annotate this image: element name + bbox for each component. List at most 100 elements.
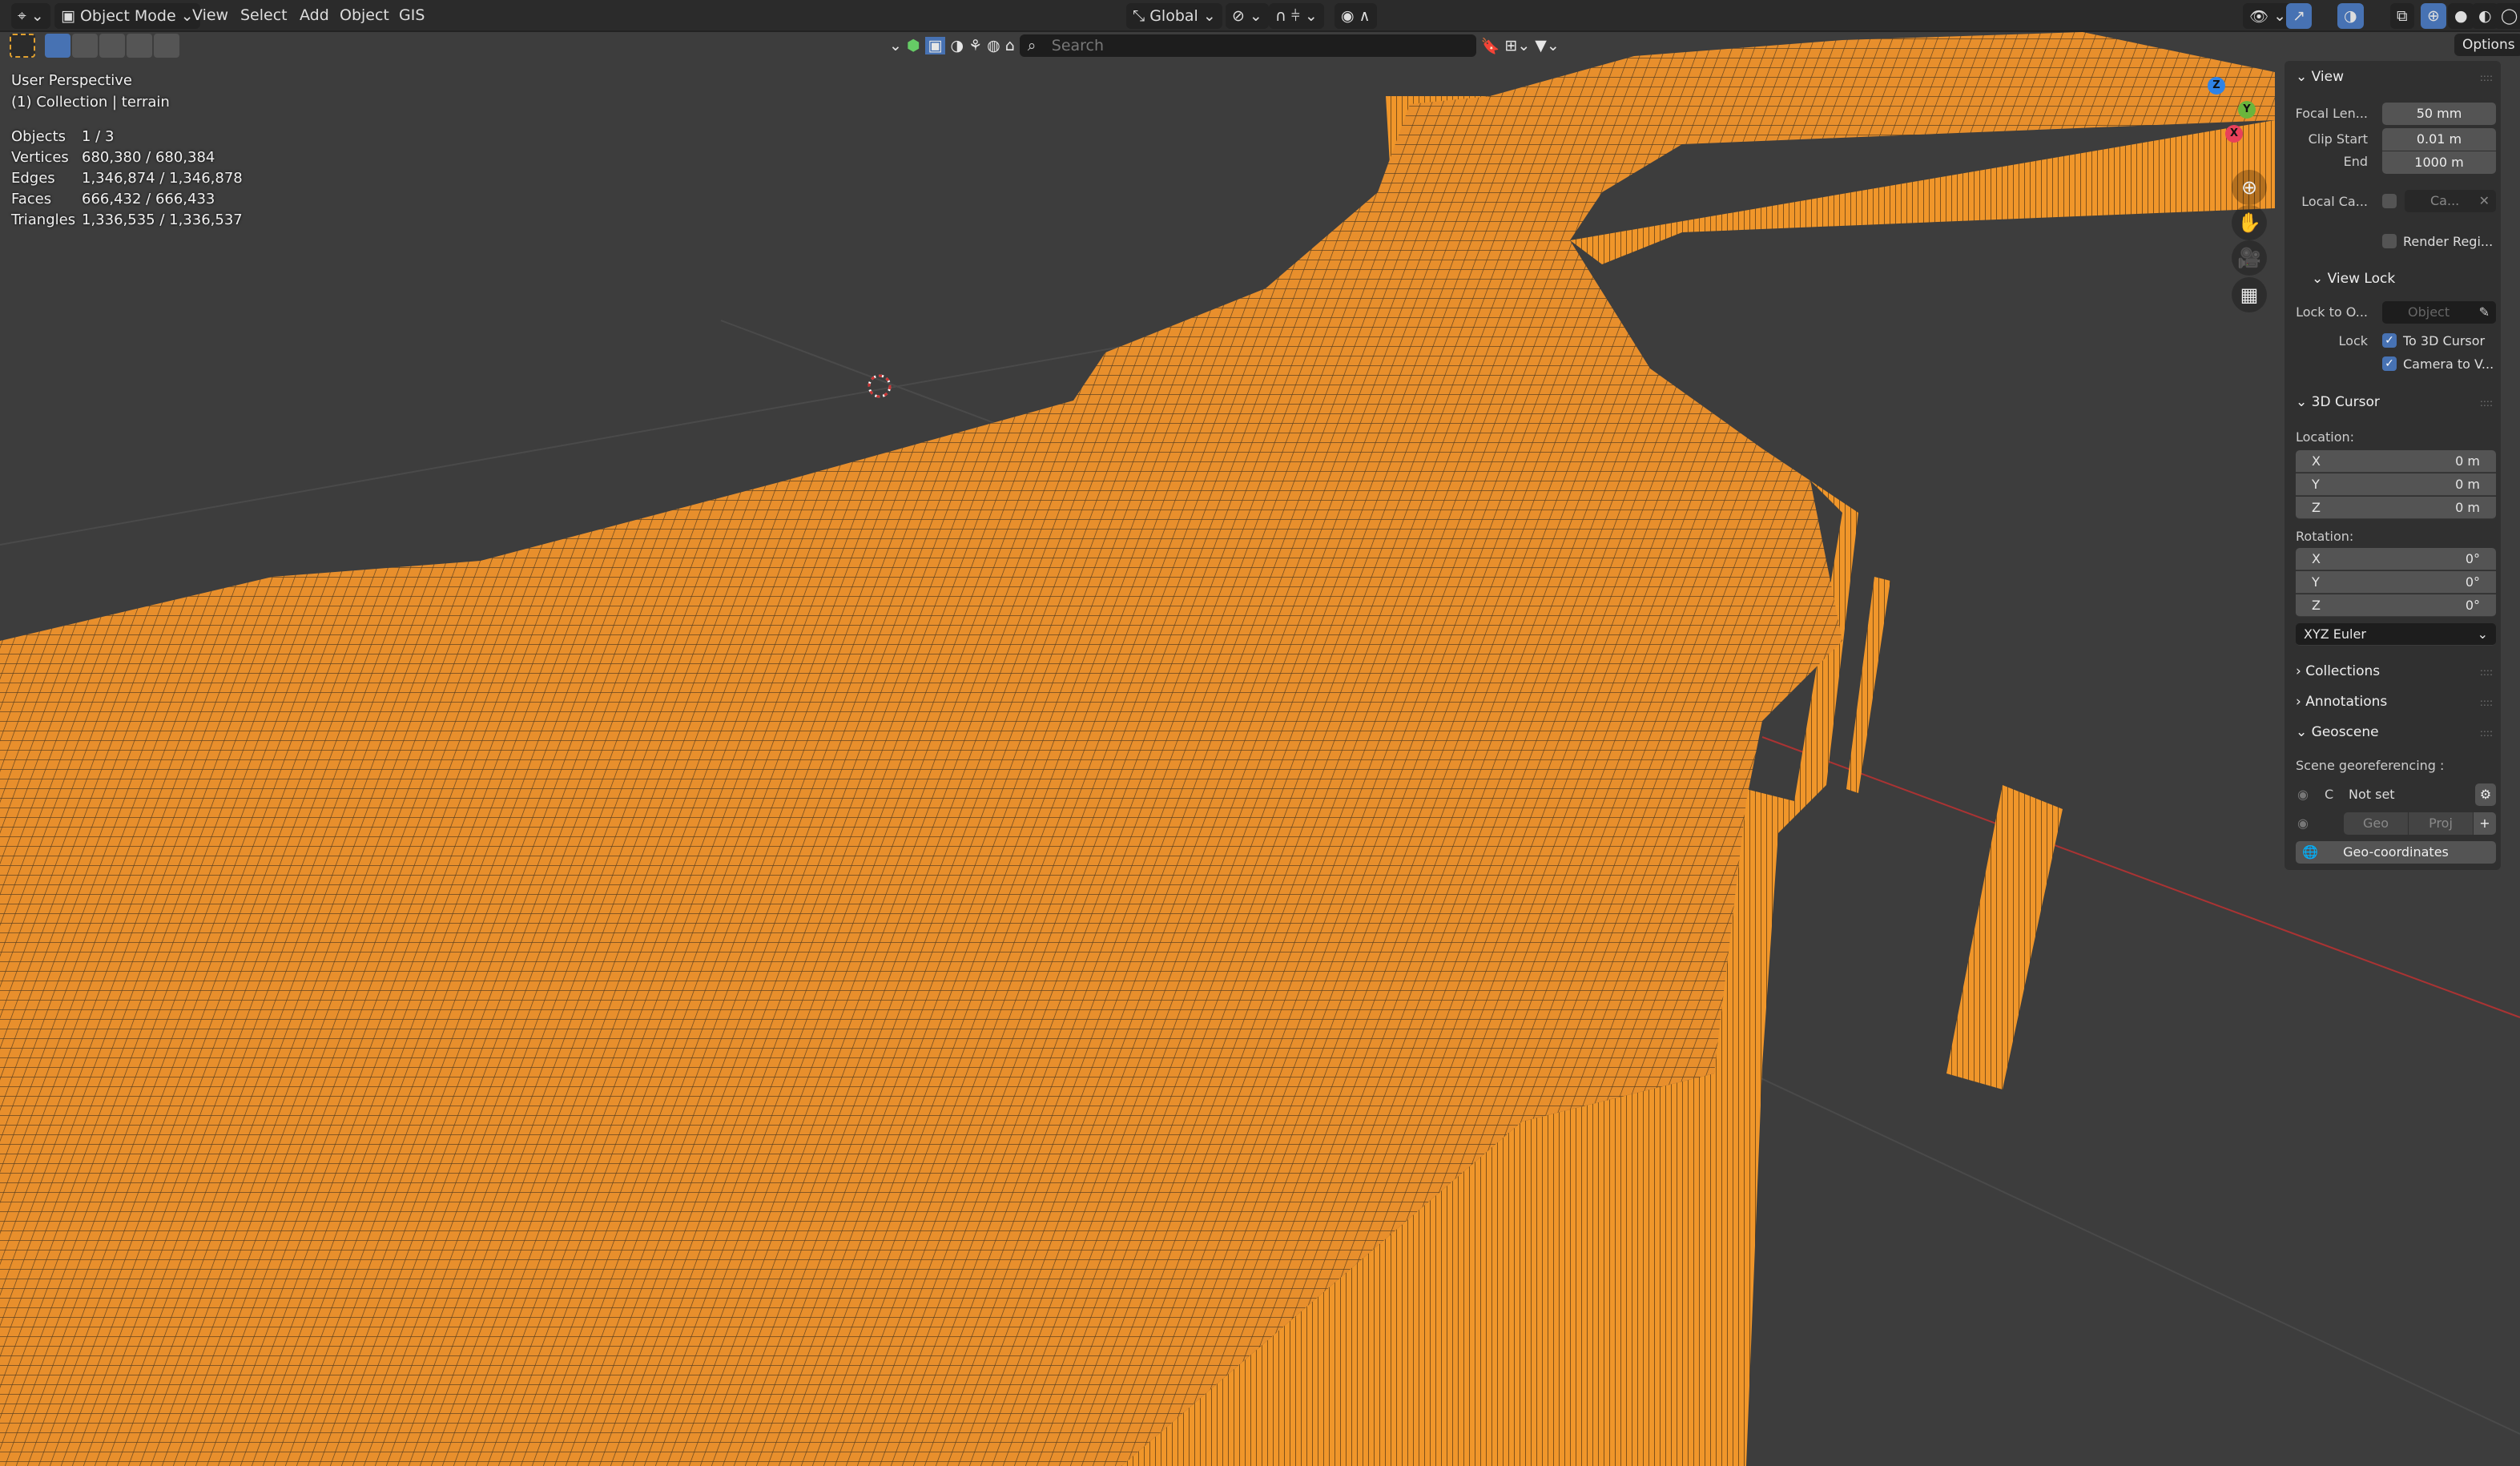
clip-start-label: Clip Start bbox=[2308, 131, 2368, 147]
3d-cursor-icon[interactable] bbox=[868, 374, 892, 398]
menu-object[interactable]: Object bbox=[340, 6, 389, 24]
camera-view-icon[interactable]: 🎥 bbox=[2232, 240, 2267, 276]
filter-object-icon[interactable]: ▣ bbox=[924, 37, 946, 54]
drag-grip-icon[interactable]: :::: bbox=[2480, 697, 2493, 708]
viewport-icon: ⌖ bbox=[18, 7, 26, 25]
collection-label: (1) Collection | terrain bbox=[11, 94, 170, 111]
falloff-icon: ∧ bbox=[1359, 7, 1371, 25]
proportional-icon: ◉ bbox=[1341, 7, 1355, 25]
stat-objects: Objects 1 / 3 bbox=[11, 128, 115, 145]
location-label: Location: bbox=[2296, 429, 2355, 445]
overlays-toggle[interactable]: ◑ bbox=[2337, 3, 2364, 29]
pan-hand-icon[interactable]: ✋ bbox=[2232, 205, 2267, 240]
bookmark-icon[interactable]: 🔖 bbox=[1481, 37, 1500, 55]
orientation-dropdown[interactable]: ⤡ Global ⌄ bbox=[1126, 3, 1222, 29]
select-intersect-button[interactable] bbox=[154, 34, 179, 58]
annotations-header[interactable]: › Annotations bbox=[2296, 694, 2387, 710]
origin-radio[interactable]: ◉ bbox=[2297, 816, 2309, 831]
eye-icon: 👁 bbox=[2249, 7, 2269, 26]
display-mode-dropdown[interactable]: ⌄ bbox=[889, 37, 902, 54]
local-camera-checkbox[interactable] bbox=[2382, 194, 2397, 208]
location-y-field[interactable]: Y0 m bbox=[2296, 473, 2496, 496]
rotation-y-field[interactable]: Y 0° bbox=[2296, 571, 2496, 594]
lock-label: Lock bbox=[2338, 333, 2368, 348]
select-subtract-button[interactable] bbox=[99, 34, 125, 58]
3d-viewport[interactable] bbox=[0, 0, 2520, 1466]
gizmo-z[interactable]: Z bbox=[2208, 77, 2225, 95]
filter-brush-icon[interactable]: ⌂ bbox=[1005, 37, 1015, 54]
3d-cursor-header[interactable]: ⌄ 3D Cursor bbox=[2296, 394, 2380, 410]
geo-coordinates-button[interactable]: 🌐 Geo-coordinates bbox=[2296, 841, 2496, 864]
gear-icon[interactable]: ⚙ bbox=[2475, 783, 2496, 806]
drag-grip-icon[interactable]: :::: bbox=[2480, 667, 2493, 678]
plus-icon[interactable]: + bbox=[2474, 812, 2496, 835]
lock-object-field[interactable]: Object ✎ bbox=[2382, 301, 2496, 324]
shading-solid[interactable]: ● bbox=[2448, 3, 2474, 29]
globe-icon: 🌐 bbox=[2302, 844, 2318, 860]
menu-add[interactable]: Add bbox=[300, 6, 329, 24]
clip-start-field[interactable]: 0.01 m bbox=[2382, 128, 2496, 151]
shading-wireframe[interactable]: ⊕ bbox=[2421, 3, 2446, 29]
snap-toggle[interactable]: ∩ ⫩ ⌄ bbox=[1269, 3, 1324, 29]
filter-icon[interactable]: ▼⌄ bbox=[1535, 37, 1560, 54]
rotation-mode-dropdown[interactable]: XYZ Euler ⌄ bbox=[2296, 623, 2496, 646]
eyedropper-icon[interactable]: ✎ bbox=[2479, 301, 2490, 324]
collections-header[interactable]: › Collections bbox=[2296, 663, 2380, 679]
select-cursor-tool[interactable] bbox=[10, 34, 35, 58]
solid-icon: ● bbox=[2454, 7, 2468, 25]
location-x-field[interactable]: X0 m bbox=[2296, 450, 2496, 473]
gizmo-toggle[interactable]: ↗ bbox=[2286, 3, 2312, 29]
shading-rendered[interactable]: ◯ bbox=[2494, 3, 2520, 29]
clear-x-icon[interactable]: ✕ bbox=[2479, 190, 2490, 212]
gizmo-x[interactable]: X bbox=[2225, 125, 2243, 143]
editor-type-button[interactable]: ⌖ ⌄ bbox=[11, 3, 50, 29]
gizmo-icon: ↗ bbox=[2293, 7, 2305, 25]
render-region-checkbox[interactable] bbox=[2382, 234, 2397, 248]
focal-length-field[interactable]: 50 mm bbox=[2382, 103, 2496, 125]
filter-light-icon[interactable]: ⚘ bbox=[968, 37, 982, 54]
drag-grip-icon[interactable]: :::: bbox=[2480, 72, 2493, 83]
terrain-pillar bbox=[1946, 785, 2063, 1089]
visibility-dropdown[interactable]: 👁 ⌄ bbox=[2243, 3, 2293, 29]
menu-gis[interactable]: GIS bbox=[399, 6, 425, 24]
overlays-icon: ◑ bbox=[2344, 7, 2357, 25]
chevron-down-icon: ⌄ bbox=[2477, 626, 2488, 642]
geo-button[interactable]: Geo bbox=[2344, 812, 2408, 835]
select-new-button[interactable] bbox=[45, 34, 70, 58]
xray-toggle[interactable]: ⧉ bbox=[2390, 3, 2414, 29]
lock-to-object-label: Lock to O... bbox=[2296, 304, 2368, 320]
zoom-icon[interactable]: ⊕ bbox=[2232, 170, 2267, 205]
sidebar-panel: ⌄ View:::: Focal Len... 50 mm Clip Start… bbox=[2285, 61, 2501, 870]
options-button[interactable]: Options bbox=[2454, 34, 2520, 56]
outliner-toolbar: ⌄ ⬢ ▣ ◑ ⚘ ◍ ⌂ ⌕ Search 🔖 ⊞⌄ ▼⌄ bbox=[889, 34, 1560, 58]
clip-end-field[interactable]: 1000 m bbox=[2382, 151, 2496, 174]
search-input[interactable]: ⌕ Search bbox=[1019, 34, 1476, 57]
geoscene-header[interactable]: ⌄ Geoscene bbox=[2296, 724, 2379, 740]
filter-world-icon[interactable]: ◍ bbox=[987, 37, 1000, 54]
menu-select[interactable]: Select bbox=[240, 6, 288, 24]
gizmo-y[interactable]: Y bbox=[2238, 101, 2256, 119]
rotation-z-field[interactable]: Z 0° bbox=[2296, 594, 2496, 617]
select-invert-button[interactable] bbox=[127, 34, 152, 58]
crs-radio[interactable]: ◉ bbox=[2297, 787, 2309, 802]
ortho-grid-icon[interactable]: ▦ bbox=[2232, 277, 2267, 312]
proj-button[interactable]: Proj bbox=[2409, 812, 2473, 835]
local-camera-field[interactable]: Ca... ✕ bbox=[2405, 190, 2496, 212]
stat-edges: Edges 1,346,874 / 1,346,878 bbox=[11, 170, 243, 187]
view-section-header[interactable]: ⌄ View bbox=[2296, 69, 2344, 85]
pivot-dropdown[interactable]: ⊘ ⌄ bbox=[1226, 3, 1269, 29]
location-z-field[interactable]: Z0 m bbox=[2296, 497, 2496, 519]
rotation-x-field[interactable]: X 0° bbox=[2296, 548, 2496, 570]
lock-to-cursor-checkbox[interactable]: ✓ bbox=[2382, 333, 2397, 348]
filter-material-icon[interactable]: ◑ bbox=[950, 37, 964, 54]
proportional-edit-toggle[interactable]: ◉ ∧ bbox=[1334, 3, 1377, 29]
drag-grip-icon[interactable]: :::: bbox=[2480, 397, 2493, 409]
camera-to-view-checkbox[interactable]: ✓ bbox=[2382, 356, 2397, 371]
mode-dropdown[interactable]: ▣ Object Mode ⌄ bbox=[54, 3, 200, 29]
hierarchy-icon[interactable]: ⊞⌄ bbox=[1504, 37, 1530, 54]
drag-grip-icon[interactable]: :::: bbox=[2480, 727, 2493, 739]
view-lock-header[interactable]: ⌄ View Lock bbox=[2312, 271, 2395, 287]
viewport-header: ⌖ ⌄ ▣ Object Mode ⌄ View Select Add Object … bbox=[0, 0, 2520, 32]
select-extend-button[interactable] bbox=[72, 34, 98, 58]
menu-view[interactable]: View bbox=[192, 6, 228, 24]
